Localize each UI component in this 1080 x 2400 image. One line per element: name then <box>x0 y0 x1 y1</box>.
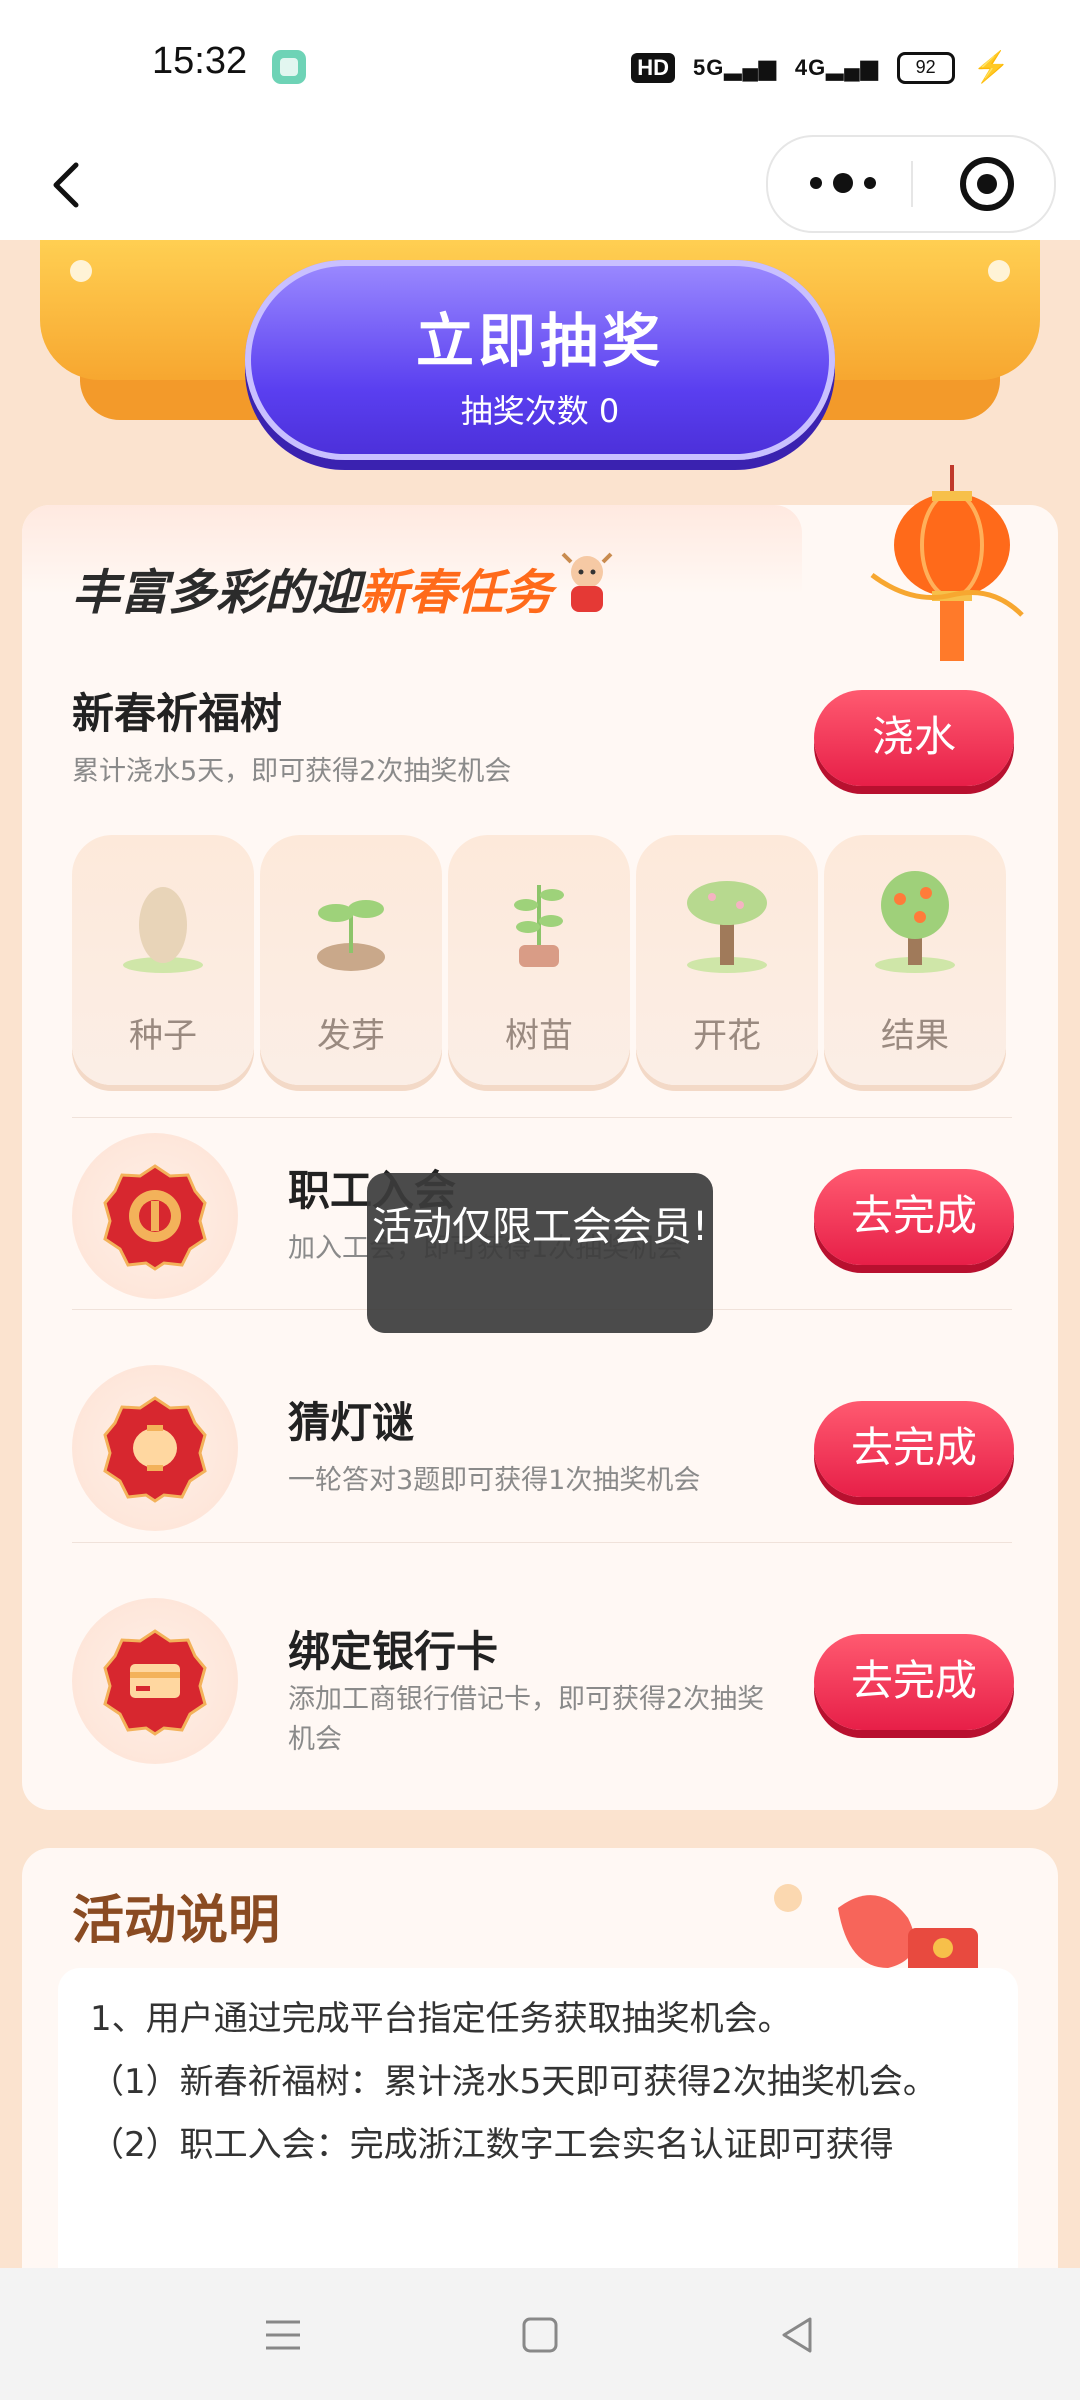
rules-line: （2）职工入会：完成浙江数字工会实名认证即可获得 <box>90 2125 894 2165</box>
home-icon[interactable] <box>515 2310 565 2360</box>
stage-seed: 种子 <box>72 835 254 1085</box>
task-bind-bank-card: 绑定银行卡 添加工商银行借记卡，即可获得2次抽奖机会 去完成 <box>72 1598 1032 1788</box>
bank-card-icon <box>103 1629 207 1736</box>
tasks-section-title: 丰富多彩的迎新春任务 <box>72 565 553 621</box>
union-badge-icon <box>103 1164 207 1271</box>
bind-bank-card-complete-button[interactable]: 去完成 <box>814 1634 1014 1730</box>
seed-icon <box>123 887 203 973</box>
draw-count-label: 抽奖次数 0 <box>460 392 620 430</box>
bloom-tree-icon <box>687 881 767 973</box>
lantern-icon <box>103 1396 207 1503</box>
bank-card-badge <box>72 1598 238 1764</box>
task-lantern-riddle: 猜灯谜 一轮答对3题即可获得1次抽奖机会 去完成 <box>72 1365 1032 1535</box>
signal-4g-icon: 4G▂▄▆ <box>794 54 879 80</box>
battery-icon: 92 <box>896 51 955 84</box>
hd-icon: HD <box>631 52 676 83</box>
app-notification-icon <box>272 50 306 84</box>
miniapp-capsule <box>766 135 1056 233</box>
tree-task-title: 新春祈福树 <box>72 689 283 738</box>
nav-bar <box>0 135 1080 240</box>
sapling-icon <box>514 885 564 967</box>
divider <box>72 1542 1012 1543</box>
toast-message: 活动仅限工会会员! <box>367 1173 713 1333</box>
charging-icon: ⚡ <box>972 51 1010 84</box>
battery-level: 92 <box>915 57 936 77</box>
task-bind-bank-card-desc: 添加工商银行借记卡，即可获得2次抽奖机会 <box>288 1684 765 1755</box>
stage-label-sapling: 树苗 <box>505 1016 573 1056</box>
stage-sprout: 发芽 <box>260 835 442 1085</box>
draw-now-label: 立即抽奖 <box>415 307 664 375</box>
chevron-left-icon[interactable] <box>38 155 98 215</box>
task-bind-bank-card-title: 绑定银行卡 <box>288 1627 499 1676</box>
rules-line: 1、用户通过完成平台指定任务获取抽奖机会。 <box>90 1999 792 2039</box>
menu-icon[interactable] <box>258 2310 308 2360</box>
fruit-tree-icon <box>875 871 955 973</box>
rules-line: （1）新春祈福树：累计浇水5天即可获得2次抽奖机会。 <box>90 2062 937 2102</box>
divider <box>72 1117 1012 1118</box>
back-triangle-icon[interactable] <box>772 2310 822 2360</box>
ox-mascot-icon <box>561 552 613 612</box>
signal-5g-icon: 5G▂▄▆ <box>693 54 777 80</box>
water-button[interactable]: 浇水 <box>814 690 1014 786</box>
union-badge <box>72 1133 238 1299</box>
lantern-badge <box>72 1365 238 1531</box>
task-lantern-riddle-desc: 一轮答对3题即可获得1次抽奖机会 <box>288 1465 701 1496</box>
lantern-decoration-icon <box>870 465 1024 661</box>
stage-bloom: 开花 <box>636 835 818 1085</box>
tree-task-desc: 累计浇水5天，即可获得2次抽奖机会 <box>72 756 512 787</box>
stage-label-sprout: 发芽 <box>317 1016 385 1056</box>
system-nav-bar <box>0 2268 1080 2400</box>
stage-label-bloom: 开花 <box>693 1016 761 1056</box>
capsule-divider <box>911 161 913 207</box>
more-dots-icon[interactable] <box>798 163 888 203</box>
tree-growth-stages: 种子 发芽 树苗 开花 结果 <box>72 835 1012 1085</box>
tree-task: 新春祈福树 累计浇水5天，即可获得2次抽奖机会 浇水 <box>72 680 1032 820</box>
stage-label-fruit: 结果 <box>881 1016 949 1056</box>
tasks-card: 丰富多彩的迎新春任务 新春祈福树 累计浇水5天，即可获得2次抽奖机会 浇水 种子… <box>22 465 1058 1810</box>
sprout-icon <box>317 900 385 971</box>
join-union-complete-button[interactable]: 去完成 <box>814 1169 1014 1265</box>
stage-sapling: 树苗 <box>448 835 630 1085</box>
target-icon[interactable] <box>958 155 1016 213</box>
stage-fruit: 结果 <box>824 835 1006 1085</box>
status-indicators: HD 5G▂▄▆ 4G▂▄▆ 92 ⚡ <box>631 50 1010 85</box>
task-lantern-riddle-title: 猜灯谜 <box>288 1398 415 1447</box>
lantern-riddle-complete-button[interactable]: 去完成 <box>814 1401 1014 1497</box>
lottery-banner: 立即抽奖 抽奖次数 0 <box>0 240 1080 490</box>
rules-title: 活动说明 <box>72 1891 281 1951</box>
status-time: 15:32 <box>152 40 248 82</box>
status-bar: 15:32 HD 5G▂▄▆ 4G▂▄▆ 92 ⚡ <box>0 0 1080 135</box>
stage-label-seed: 种子 <box>129 1016 197 1056</box>
draw-now-button[interactable]: 立即抽奖 抽奖次数 0 <box>245 260 835 460</box>
